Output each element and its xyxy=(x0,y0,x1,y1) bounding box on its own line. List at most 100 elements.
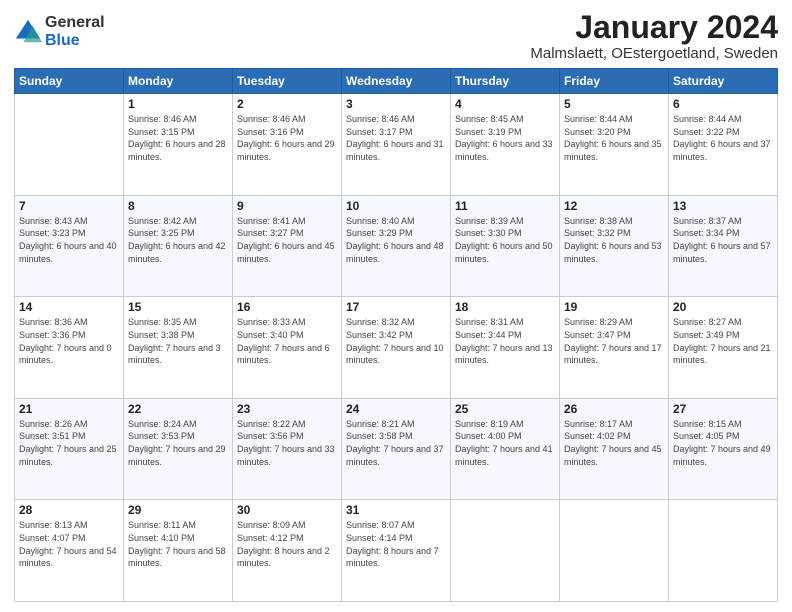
sunset-text: Sunset: 3:34 PM xyxy=(673,227,773,240)
day-detail: Sunrise: 8:46 AMSunset: 3:15 PMDaylight:… xyxy=(128,113,228,163)
sunrise-text: Sunrise: 8:36 AM xyxy=(19,316,119,329)
table-cell: 6Sunrise: 8:44 AMSunset: 3:22 PMDaylight… xyxy=(669,94,778,196)
day-number: 4 xyxy=(455,97,555,111)
table-cell: 3Sunrise: 8:46 AMSunset: 3:17 PMDaylight… xyxy=(342,94,451,196)
day-number: 5 xyxy=(564,97,664,111)
day-number: 10 xyxy=(346,199,446,213)
day-detail: Sunrise: 8:44 AMSunset: 3:20 PMDaylight:… xyxy=(564,113,664,163)
daylight-text: Daylight: 7 hours and 6 minutes. xyxy=(237,342,337,367)
day-number: 14 xyxy=(19,300,119,314)
logo-blue: Blue xyxy=(45,32,105,50)
sunrise-text: Sunrise: 8:24 AM xyxy=(128,418,228,431)
page: General Blue January 2024 Malmslaett, OE… xyxy=(0,0,792,612)
day-number: 11 xyxy=(455,199,555,213)
day-number: 17 xyxy=(346,300,446,314)
day-number: 12 xyxy=(564,199,664,213)
daylight-text: Daylight: 6 hours and 28 minutes. xyxy=(128,138,228,163)
sunrise-text: Sunrise: 8:07 AM xyxy=(346,519,446,532)
sunset-text: Sunset: 3:16 PM xyxy=(237,126,337,139)
daylight-text: Daylight: 6 hours and 42 minutes. xyxy=(128,240,228,265)
day-detail: Sunrise: 8:11 AMSunset: 4:10 PMDaylight:… xyxy=(128,519,228,569)
day-detail: Sunrise: 8:19 AMSunset: 4:00 PMDaylight:… xyxy=(455,418,555,468)
daylight-text: Daylight: 6 hours and 50 minutes. xyxy=(455,240,555,265)
sunrise-text: Sunrise: 8:41 AM xyxy=(237,215,337,228)
daylight-text: Daylight: 6 hours and 37 minutes. xyxy=(673,138,773,163)
day-detail: Sunrise: 8:46 AMSunset: 3:16 PMDaylight:… xyxy=(237,113,337,163)
sunrise-text: Sunrise: 8:46 AM xyxy=(237,113,337,126)
sunrise-text: Sunrise: 8:29 AM xyxy=(564,316,664,329)
daylight-text: Daylight: 7 hours and 49 minutes. xyxy=(673,443,773,468)
col-monday: Monday xyxy=(124,69,233,94)
table-cell: 8Sunrise: 8:42 AMSunset: 3:25 PMDaylight… xyxy=(124,195,233,297)
table-cell: 27Sunrise: 8:15 AMSunset: 4:05 PMDayligh… xyxy=(669,398,778,500)
table-cell: 1Sunrise: 8:46 AMSunset: 3:15 PMDaylight… xyxy=(124,94,233,196)
day-number: 31 xyxy=(346,503,446,517)
daylight-text: Daylight: 8 hours and 7 minutes. xyxy=(346,545,446,570)
day-number: 2 xyxy=(237,97,337,111)
daylight-text: Daylight: 7 hours and 25 minutes. xyxy=(19,443,119,468)
calendar-table: Sunday Monday Tuesday Wednesday Thursday… xyxy=(14,68,778,602)
day-detail: Sunrise: 8:21 AMSunset: 3:58 PMDaylight:… xyxy=(346,418,446,468)
day-detail: Sunrise: 8:31 AMSunset: 3:44 PMDaylight:… xyxy=(455,316,555,366)
day-number: 25 xyxy=(455,402,555,416)
daylight-text: Daylight: 7 hours and 29 minutes. xyxy=(128,443,228,468)
sunset-text: Sunset: 4:12 PM xyxy=(237,532,337,545)
day-detail: Sunrise: 8:41 AMSunset: 3:27 PMDaylight:… xyxy=(237,215,337,265)
table-cell: 11Sunrise: 8:39 AMSunset: 3:30 PMDayligh… xyxy=(451,195,560,297)
daylight-text: Daylight: 6 hours and 45 minutes. xyxy=(237,240,337,265)
sunset-text: Sunset: 3:23 PM xyxy=(19,227,119,240)
day-detail: Sunrise: 8:09 AMSunset: 4:12 PMDaylight:… xyxy=(237,519,337,569)
day-detail: Sunrise: 8:29 AMSunset: 3:47 PMDaylight:… xyxy=(564,316,664,366)
week-row-4: 21Sunrise: 8:26 AMSunset: 3:51 PMDayligh… xyxy=(15,398,778,500)
sunset-text: Sunset: 3:42 PM xyxy=(346,329,446,342)
table-cell: 15Sunrise: 8:35 AMSunset: 3:38 PMDayligh… xyxy=(124,297,233,399)
day-number: 22 xyxy=(128,402,228,416)
day-detail: Sunrise: 8:35 AMSunset: 3:38 PMDaylight:… xyxy=(128,316,228,366)
sunset-text: Sunset: 3:36 PM xyxy=(19,329,119,342)
sunset-text: Sunset: 3:20 PM xyxy=(564,126,664,139)
col-saturday: Saturday xyxy=(669,69,778,94)
day-number: 16 xyxy=(237,300,337,314)
sunset-text: Sunset: 3:32 PM xyxy=(564,227,664,240)
day-number: 28 xyxy=(19,503,119,517)
sunrise-text: Sunrise: 8:42 AM xyxy=(128,215,228,228)
daylight-text: Daylight: 6 hours and 31 minutes. xyxy=(346,138,446,163)
table-cell: 26Sunrise: 8:17 AMSunset: 4:02 PMDayligh… xyxy=(560,398,669,500)
sunrise-text: Sunrise: 8:22 AM xyxy=(237,418,337,431)
table-cell: 5 Sunrise: 8:44 AMSunset: 3:20 PMDaylight… xyxy=(560,94,669,196)
col-friday: Friday xyxy=(560,69,669,94)
logo-general: General xyxy=(45,14,105,32)
table-cell xyxy=(560,500,669,602)
day-number: 30 xyxy=(237,503,337,517)
day-detail: Sunrise: 8:27 AMSunset: 3:49 PMDaylight:… xyxy=(673,316,773,366)
sunrise-text: Sunrise: 8:26 AM xyxy=(19,418,119,431)
sunset-text: Sunset: 3:30 PM xyxy=(455,227,555,240)
day-detail: Sunrise: 8:13 AMSunset: 4:07 PMDaylight:… xyxy=(19,519,119,569)
day-number: 29 xyxy=(128,503,228,517)
table-cell: 19Sunrise: 8:29 AMSunset: 3:47 PMDayligh… xyxy=(560,297,669,399)
table-cell: 20Sunrise: 8:27 AMSunset: 3:49 PMDayligh… xyxy=(669,297,778,399)
table-cell: 13Sunrise: 8:37 AMSunset: 3:34 PMDayligh… xyxy=(669,195,778,297)
calendar-title: January 2024 xyxy=(530,10,778,45)
table-cell: 21Sunrise: 8:26 AMSunset: 3:51 PMDayligh… xyxy=(15,398,124,500)
day-number: 6 xyxy=(673,97,773,111)
sunset-text: Sunset: 3:25 PM xyxy=(128,227,228,240)
sunset-text: Sunset: 3:49 PM xyxy=(673,329,773,342)
sunrise-text: Sunrise: 8:37 AM xyxy=(673,215,773,228)
sunset-text: Sunset: 4:05 PM xyxy=(673,430,773,443)
day-number: 18 xyxy=(455,300,555,314)
day-detail: Sunrise: 8:46 AMSunset: 3:17 PMDaylight:… xyxy=(346,113,446,163)
sunset-text: Sunset: 4:10 PM xyxy=(128,532,228,545)
day-detail: Sunrise: 8:33 AMSunset: 3:40 PMDaylight:… xyxy=(237,316,337,366)
daylight-text: Daylight: 7 hours and 41 minutes. xyxy=(455,443,555,468)
daylight-text: Daylight: 6 hours and 35 minutes. xyxy=(564,138,664,163)
table-cell: 18 Sunrise: 8:31 AMSunset: 3:44 PMDayligh… xyxy=(451,297,560,399)
table-cell: 30 Sunrise: 8:09 AMSunset: 4:12 PMDayligh… xyxy=(233,500,342,602)
day-detail: Sunrise: 8:17 AMSunset: 4:02 PMDaylight:… xyxy=(564,418,664,468)
day-detail: Sunrise: 8:32 AMSunset: 3:42 PMDaylight:… xyxy=(346,316,446,366)
daylight-text: Daylight: 6 hours and 48 minutes. xyxy=(346,240,446,265)
sunrise-text: Sunrise: 8:15 AM xyxy=(673,418,773,431)
daylight-text: Daylight: 7 hours and 13 minutes. xyxy=(455,342,555,367)
sunrise-text: Sunrise: 8:46 AM xyxy=(128,113,228,126)
sunset-text: Sunset: 3:17 PM xyxy=(346,126,446,139)
